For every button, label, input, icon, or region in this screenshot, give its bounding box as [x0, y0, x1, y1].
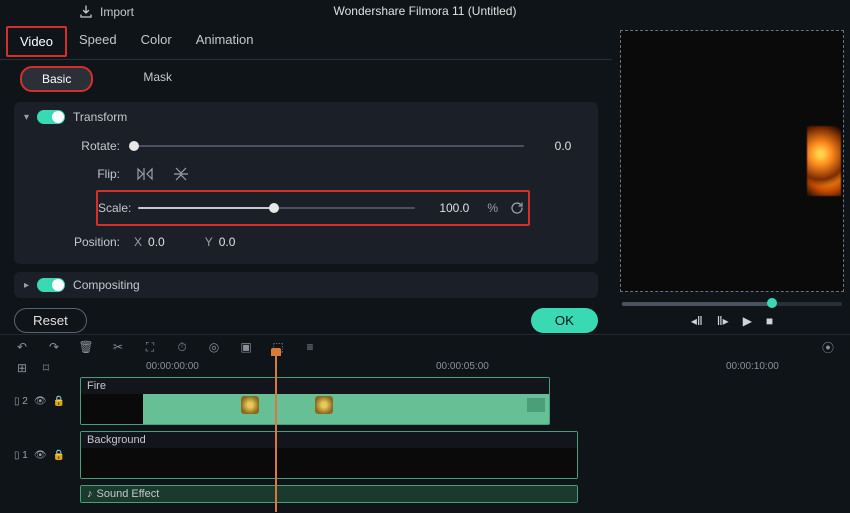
- clip-thumb: [315, 396, 333, 414]
- timeline: ⊞ ⌑ 00:00:00:00 00:00:05:00 00:00:10:00 …: [0, 359, 850, 513]
- chevron-right-icon[interactable]: ▸: [24, 280, 29, 291]
- undo-icon[interactable]: ↶: [14, 339, 30, 355]
- clip-fire-label: Fire: [87, 380, 106, 392]
- compositing-title: Compositing: [73, 278, 140, 292]
- transform-section: ▾ Transform Rotate: 0.0 Flip:: [14, 102, 598, 264]
- ruler-t0: 00:00:00:00: [146, 361, 199, 372]
- clip-background[interactable]: Background: [80, 431, 578, 479]
- stop-button[interactable]: ■: [766, 314, 773, 328]
- color-icon[interactable]: ◎: [206, 339, 222, 355]
- clip-bg-label: Background: [87, 434, 146, 446]
- flip-vertical-icon[interactable]: [170, 163, 192, 185]
- prev-frame-button[interactable]: ◂Ⅱ: [691, 314, 703, 328]
- scale-row: Scale: 100.0 %: [98, 194, 528, 222]
- cut-icon[interactable]: ✂: [110, 339, 126, 355]
- tab-speed[interactable]: Speed: [67, 26, 129, 57]
- playback-controls: ◂Ⅱ Ⅱ▸ ▶ ■: [620, 312, 844, 334]
- flip-row: Flip:: [24, 160, 588, 188]
- app-title: Wondershare Filmora 11 (Untitled): [334, 4, 517, 18]
- clip-sfx-label: Sound Effect: [97, 488, 160, 500]
- scale-slider[interactable]: [138, 207, 415, 209]
- green-screen-icon[interactable]: ▣: [238, 339, 254, 355]
- scale-highlight: Scale: 100.0 %: [96, 190, 530, 226]
- track-sound-effect: ♪ Sound Effect: [14, 485, 850, 503]
- track-index-1: ▯ 1: [14, 450, 28, 461]
- transform-toggle[interactable]: [37, 110, 65, 124]
- transform-title: Transform: [73, 110, 127, 124]
- ruler-t2: 00:00:10:00: [726, 361, 779, 372]
- clip-thumb: [241, 396, 259, 414]
- import-label: Import: [100, 5, 134, 19]
- scale-label: Scale:: [98, 201, 138, 215]
- preview-canvas[interactable]: [620, 30, 844, 292]
- import-icon: [78, 4, 94, 20]
- position-x-value[interactable]: 0.0: [148, 235, 165, 249]
- ruler-t1: 00:00:05:00: [436, 361, 489, 372]
- visibility-icon[interactable]: 👁: [34, 396, 47, 407]
- position-y-label: Y: [205, 235, 213, 249]
- clip-fire[interactable]: Fire: [80, 377, 550, 425]
- reset-scale-icon[interactable]: [506, 197, 528, 219]
- compositing-section[interactable]: ▸ Compositing: [14, 272, 598, 298]
- position-label: Position:: [24, 235, 134, 249]
- rotate-value[interactable]: 0.0: [538, 139, 588, 153]
- music-icon: ♪: [87, 488, 93, 500]
- ok-button[interactable]: OK: [531, 308, 598, 333]
- redo-icon[interactable]: ↷: [46, 339, 62, 355]
- record-icon[interactable]: ⦿: [820, 339, 836, 355]
- lock-icon[interactable]: 🔒: [53, 396, 65, 407]
- settings-icon[interactable]: ≡: [302, 339, 318, 355]
- preview-panel: ◂Ⅱ Ⅱ▸ ▶ ■: [620, 30, 844, 334]
- flip-horizontal-icon[interactable]: [134, 163, 156, 185]
- tab-video[interactable]: Video: [6, 26, 67, 57]
- play-button[interactable]: ▶: [743, 314, 752, 328]
- position-x-label: X: [134, 235, 142, 249]
- rotate-row: Rotate: 0.0: [24, 132, 588, 160]
- tab-color[interactable]: Color: [129, 26, 184, 57]
- flip-label: Flip:: [24, 167, 134, 181]
- track-background: ▯ 1 👁 🔒 Background: [14, 431, 850, 479]
- import-button[interactable]: Import: [70, 2, 142, 22]
- visibility-icon[interactable]: 👁: [34, 450, 47, 461]
- crop-icon[interactable]: ⛶: [142, 339, 158, 355]
- clip-sound-effect[interactable]: ♪ Sound Effect: [80, 485, 578, 503]
- tab-mask[interactable]: Mask: [123, 66, 192, 92]
- property-tabs: Video Speed Color Animation: [0, 24, 612, 60]
- scale-unit: %: [487, 201, 498, 215]
- playhead[interactable]: [275, 352, 277, 512]
- reset-button[interactable]: Reset: [14, 308, 87, 333]
- position-row: Position: X 0.0 Y 0.0: [24, 228, 588, 256]
- magnet-icon[interactable]: ⌑: [38, 360, 54, 376]
- track-fire: ▯ 2 👁 🔒 Fire: [14, 377, 850, 425]
- position-y-value[interactable]: 0.0: [219, 235, 236, 249]
- preview-content: [807, 126, 841, 196]
- track-index-2: ▯ 2: [14, 396, 28, 407]
- time-ruler[interactable]: 00:00:00:00 00:00:05:00 00:00:10:00: [146, 359, 850, 377]
- tab-basic[interactable]: Basic: [20, 66, 93, 92]
- timeline-options-icon[interactable]: ⊞: [14, 360, 30, 376]
- clip-handle-icon[interactable]: [527, 398, 545, 412]
- compositing-toggle[interactable]: [37, 278, 65, 292]
- next-frame-button[interactable]: Ⅱ▸: [717, 314, 729, 328]
- lock-icon[interactable]: 🔒: [53, 450, 65, 461]
- tab-animation[interactable]: Animation: [184, 26, 266, 57]
- scale-value[interactable]: 100.0: [429, 201, 479, 215]
- properties-panel: Video Speed Color Animation Basic Mask ▾…: [0, 24, 612, 334]
- speed-icon[interactable]: ⏱: [174, 339, 190, 355]
- chevron-down-icon[interactable]: ▾: [24, 112, 29, 123]
- preview-progress[interactable]: [622, 302, 842, 306]
- rotate-slider[interactable]: [134, 145, 524, 147]
- rotate-label: Rotate:: [24, 139, 134, 153]
- sub-tabs: Basic Mask: [0, 60, 612, 98]
- delete-icon[interactable]: 🗑: [78, 339, 94, 355]
